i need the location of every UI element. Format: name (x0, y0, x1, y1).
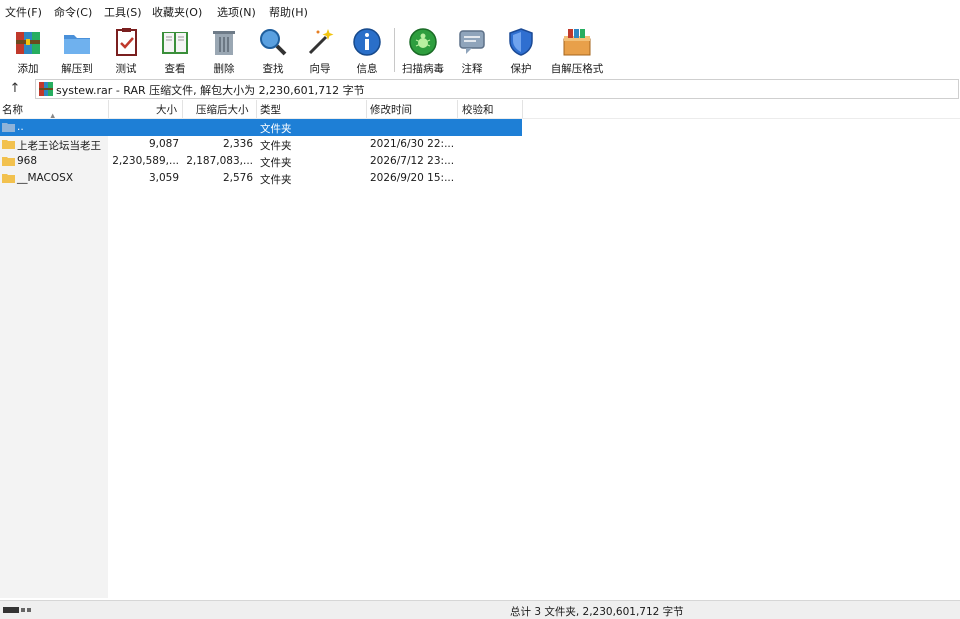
file-size: 2,230,589,... (112, 155, 179, 167)
file-modified: 2021/6/30 22:... (370, 138, 455, 150)
menu-bar: 文件(F) 命令(C) 工具(S) 收藏夹(O) 选项(N) 帮助(H) (0, 0, 960, 22)
column-modified[interactable]: 修改时间 (370, 102, 412, 117)
add-button[interactable]: 添加 (6, 24, 50, 76)
comment-label: 注释 (461, 63, 483, 75)
toolbar-separator (394, 28, 395, 72)
column-divider[interactable] (457, 100, 458, 118)
delete-label: 删除 (213, 63, 235, 75)
scan-virus-button[interactable]: 扫描病毒 (401, 24, 445, 76)
view-label: 查看 (164, 63, 186, 75)
table-row[interactable]: __MACOSX 3,059 2,576 文件夹 2026/9/20 15:..… (0, 170, 522, 187)
table-row[interactable]: 968 2,230,589,... 2,187,083,... 文件夹 2026… (0, 153, 522, 170)
column-divider[interactable] (522, 100, 523, 118)
add-archive-icon (16, 32, 40, 54)
file-type: 文件夹 (260, 140, 292, 152)
extract-to-label: 解压到 (61, 63, 93, 75)
sfx-button[interactable]: 自解压格式 (547, 24, 607, 76)
file-size: 9,087 (148, 138, 179, 150)
book-icon (162, 32, 188, 54)
table-row[interactable]: 上老王论坛当老王 9,087 2,336 文件夹 2021/6/30 22:..… (0, 136, 522, 153)
list-header: 名称 ▲ 大小 压缩后大小 类型 修改时间 校验和 (0, 100, 960, 120)
column-divider[interactable] (256, 100, 257, 118)
protect-label: 保护 (510, 63, 532, 75)
file-name: .. (17, 121, 24, 133)
file-name: 上老王论坛当老王 (17, 140, 101, 152)
virus-scan-icon (409, 28, 437, 56)
view-button[interactable]: 查看 (153, 24, 197, 76)
column-divider[interactable] (182, 100, 183, 118)
drive-icon (3, 607, 31, 613)
file-type: 文件夹 (260, 157, 292, 169)
column-divider[interactable] (108, 100, 109, 118)
table-row[interactable]: .. 文件夹 (0, 119, 522, 136)
toolbar: 添加 解压到 测试 查看 删除 查找 向导 信息 扫描病毒 注释 保护 自解压格… (0, 22, 960, 79)
comment-icon (459, 30, 485, 54)
column-name[interactable]: 名称 (2, 102, 23, 117)
wizard-button[interactable]: 向导 (298, 24, 342, 76)
find-button[interactable]: 查找 (251, 24, 295, 76)
rar-file-icon (39, 82, 53, 96)
find-label: 查找 (262, 63, 284, 75)
file-name: 968 (17, 155, 38, 167)
status-bar: 总计 3 文件夹, 2,230,601,712 字节 (0, 600, 960, 619)
left-pane (0, 118, 108, 598)
trash-icon (213, 31, 235, 55)
file-modified: 2026/7/12 23:... (370, 155, 455, 167)
file-packed-size: 2,187,083,... (186, 155, 253, 167)
file-packed-size: 2,576 (222, 172, 253, 184)
folder-icon (2, 174, 15, 183)
column-packed-size[interactable]: 压缩后大小 (196, 102, 249, 117)
address-bar[interactable]: systew.rar - RAR 压缩文件, 解包大小为 2,230,601,7… (35, 79, 959, 99)
folder-up-icon (2, 123, 15, 132)
folder-icon (2, 157, 15, 166)
folder-extract-icon (64, 35, 90, 54)
sfx-box-icon (563, 29, 591, 56)
info-icon (353, 28, 381, 56)
menu-commands[interactable]: 命令(C) (54, 4, 92, 20)
address-row: ↑ systew.rar - RAR 压缩文件, 解包大小为 2,230,601… (0, 78, 960, 101)
protect-button[interactable]: 保护 (499, 24, 543, 76)
status-summary: 总计 3 文件夹, 2,230,601,712 字节 (510, 606, 684, 618)
address-text: systew.rar - RAR 压缩文件, 解包大小为 2,230,601,7… (56, 84, 365, 97)
sfx-label: 自解压格式 (550, 63, 604, 75)
magnifier-icon (260, 29, 287, 56)
menu-file[interactable]: 文件(F) (5, 4, 42, 20)
test-button[interactable]: 测试 (104, 24, 148, 76)
add-label: 添加 (17, 63, 39, 75)
column-size[interactable]: 大小 (156, 102, 177, 117)
file-type: 文件夹 (260, 174, 292, 186)
menu-favorites[interactable]: 收藏夹(O) (152, 4, 202, 20)
folder-icon (2, 140, 15, 149)
column-divider[interactable] (366, 100, 367, 118)
extract-to-button[interactable]: 解压到 (55, 24, 99, 76)
file-packed-size: 2,336 (222, 138, 253, 150)
column-type[interactable]: 类型 (260, 102, 281, 117)
scan-virus-label: 扫描病毒 (402, 63, 444, 75)
up-level-button[interactable]: ↑ (5, 80, 25, 98)
wizard-label: 向导 (309, 63, 331, 75)
test-label: 测试 (115, 63, 137, 75)
file-size: 3,059 (148, 172, 179, 184)
comment-button[interactable]: 注释 (450, 24, 494, 76)
menu-options[interactable]: 选项(N) (217, 4, 256, 20)
file-modified: 2026/9/20 15:... (370, 172, 455, 184)
delete-button[interactable]: 删除 (202, 24, 246, 76)
file-type: 文件夹 (260, 123, 292, 135)
file-name: __MACOSX (17, 172, 74, 184)
menu-help[interactable]: 帮助(H) (269, 4, 308, 20)
column-crc[interactable]: 校验和 (462, 102, 494, 117)
test-clipboard-icon (116, 28, 137, 56)
info-button[interactable]: 信息 (345, 24, 389, 76)
menu-tools[interactable]: 工具(S) (104, 4, 142, 20)
shield-icon (509, 28, 533, 56)
magic-wand-icon (308, 29, 334, 55)
info-label: 信息 (356, 63, 378, 75)
